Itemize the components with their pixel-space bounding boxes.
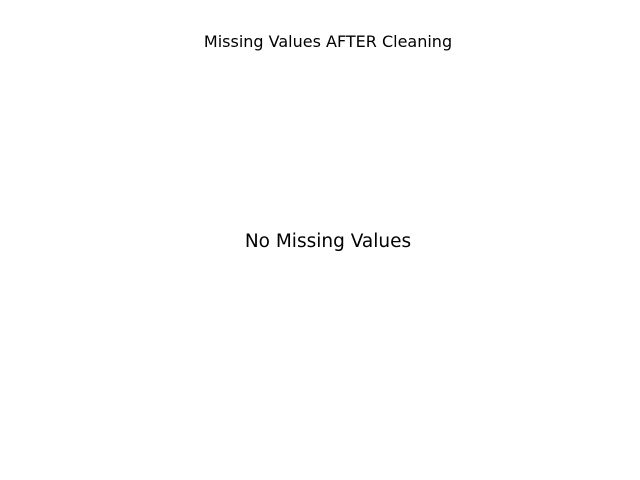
no-data-message: No Missing Values bbox=[244, 231, 412, 252]
chart-title: Missing Values AFTER Cleaning bbox=[203, 32, 453, 51]
chart-figure: Missing Values AFTER Cleaning No Missing… bbox=[0, 0, 640, 480]
